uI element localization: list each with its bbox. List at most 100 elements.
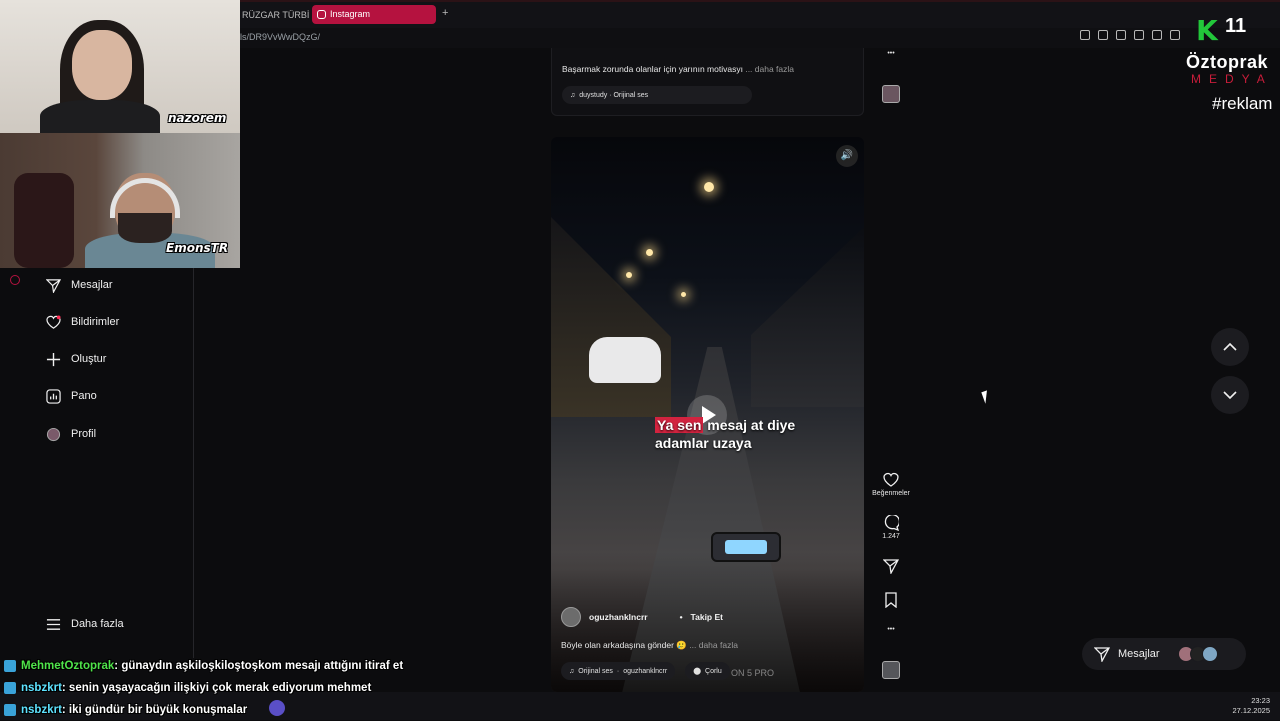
- avatar[interactable]: [561, 607, 581, 627]
- reel-video[interactable]: 🔊 Ya sen mesaj at diye adamlar uzaya ogu…: [551, 137, 864, 692]
- tab-instagram[interactable]: Instagram: [312, 5, 436, 24]
- volume-button[interactable]: 🔊: [836, 145, 858, 167]
- location-label: Çorlu: [705, 667, 722, 675]
- sidebar-item-notifications[interactable]: Bildirimler: [46, 311, 119, 333]
- clock-time: 23:23: [1251, 696, 1270, 705]
- messages-floating-button[interactable]: Mesajlar: [1082, 638, 1246, 670]
- bookmark-icon: [885, 592, 897, 608]
- avatar: [1201, 646, 1218, 662]
- extensions-icon[interactable]: [1170, 30, 1180, 40]
- sidebar-item-create[interactable]: Oluştur: [46, 348, 106, 370]
- audio-pill[interactable]: ♫ Orijinal ses · oguzhanklncrr: [561, 662, 676, 680]
- sidebar-item-dashboard[interactable]: Pano: [46, 385, 97, 407]
- music-note-icon: ♫: [570, 91, 576, 99]
- settings-icon[interactable]: [10, 275, 20, 285]
- overlay-highlight: Ya sen: [655, 417, 704, 433]
- follow-button[interactable]: Takip Et: [691, 612, 723, 622]
- chat-text: : günaydın aşkiloşkiloştoşkom mesajı att…: [114, 660, 404, 672]
- instagram-icon: [317, 10, 326, 19]
- heart-icon: [883, 472, 899, 487]
- tab-instagram-label: Instagram: [330, 9, 371, 19]
- chat-username: nsbzkrt: [21, 682, 62, 694]
- overlay-line2: adamlar uzaya: [655, 435, 752, 451]
- sidebar-item-label: Bildirimler: [71, 316, 120, 328]
- sidebar-item-messages[interactable]: Mesajlar: [46, 274, 113, 296]
- more-options-button[interactable]: •••: [868, 50, 914, 57]
- avatar: [46, 427, 61, 441]
- comment-icon: [884, 515, 899, 531]
- webcam-label: nazorem: [168, 111, 227, 125]
- comment-count: 1.247: [882, 533, 900, 540]
- stream-chat: MehmetOztoprak : günaydın aşkiloşkiloşto…: [0, 655, 460, 721]
- sidebar-item-more[interactable]: Daha fazla: [46, 613, 124, 635]
- webcam-emonstr: EmonsTR: [0, 133, 240, 268]
- chat-badge-icon: [4, 660, 16, 672]
- browser-tabbar: RÜZGAR TÜRBİN Instagram +: [240, 0, 1280, 28]
- sidebar-item-label: Profil: [71, 428, 97, 440]
- audio-user: oguzhanklncrr: [623, 667, 668, 675]
- street-lamp: [646, 249, 653, 256]
- brand-subtitle: MEDYA: [1191, 72, 1273, 86]
- more-link[interactable]: ... daha fazla: [689, 640, 738, 650]
- buildings-left: [551, 217, 671, 417]
- webcam-face: [72, 30, 132, 100]
- sidebar-item-label: Oluştur: [71, 353, 107, 365]
- brand-name: Öztoprak: [1186, 52, 1269, 72]
- menu-icon: [46, 618, 61, 630]
- shield-icon[interactable]: [1116, 30, 1126, 40]
- heart-icon[interactable]: [1152, 30, 1162, 40]
- street-lamp: [704, 182, 714, 192]
- chart-icon: [46, 388, 61, 404]
- white-car: [589, 337, 661, 383]
- username[interactable]: oguzhanklncrr: [589, 612, 648, 622]
- webcam-nazorem: nazorem: [0, 0, 240, 133]
- screenshot-icon[interactable]: [1098, 30, 1108, 40]
- sidebar-item-profile[interactable]: Profil: [46, 423, 96, 445]
- reel-options-button[interactable]: •••: [868, 626, 914, 633]
- send-icon: [883, 559, 899, 574]
- street-lamp: [681, 292, 686, 297]
- music-note-icon: ♫: [569, 667, 575, 675]
- previous-reel-button[interactable]: [1211, 328, 1249, 366]
- clock-date: 27.12.2025: [1232, 706, 1270, 715]
- browser-toolbar-icons: [1080, 30, 1180, 44]
- audio-pill[interactable]: ♫ duystudy · Orijinal ses: [562, 86, 752, 104]
- location-pin-icon: ⬤: [693, 668, 702, 675]
- message-avatars: [1177, 646, 1218, 662]
- audio-thumbnail[interactable]: [882, 661, 900, 679]
- gaming-chair: [14, 173, 74, 268]
- more-link[interactable]: ... daha fazla: [745, 64, 794, 74]
- like-button[interactable]: Beğenmeler: [868, 472, 914, 497]
- pin-icon[interactable]: [1080, 30, 1090, 40]
- chat-badge-icon: [4, 682, 16, 694]
- reel-meta: ♫ Orijinal ses · oguzhanklncrr ⬤ Çorlu: [561, 662, 730, 680]
- caption-text: Başarmak zorunda olanlar için yarının mo…: [562, 64, 743, 74]
- instagram-sidebar: Mesajlar Bildirimler Oluştur Pano Profil…: [30, 268, 194, 658]
- previous-post: Başarmak zorunda olanlar için yarının mo…: [551, 48, 864, 116]
- play-icon[interactable]: [1134, 30, 1144, 40]
- save-button[interactable]: [868, 592, 914, 610]
- location-pill[interactable]: ⬤ Çorlu: [685, 662, 730, 680]
- share-button[interactable]: [868, 558, 914, 576]
- webcam-body: [40, 100, 160, 133]
- sidebar-item-label: Daha fazla: [71, 618, 124, 630]
- overlay-line1: mesaj at diye: [703, 417, 796, 433]
- comment-button[interactable]: 1.247: [868, 515, 914, 540]
- chat-username: nsbzkrt: [21, 704, 62, 716]
- tab-ruzgar-turbin[interactable]: RÜZGAR TÜRBİN: [240, 6, 310, 24]
- plus-icon: [46, 352, 61, 366]
- send-icon: [1094, 647, 1110, 662]
- audio-label: duystudy · Orijinal ses: [579, 91, 649, 99]
- heart-icon: [46, 314, 61, 329]
- dot-separator: •: [679, 612, 683, 622]
- video-overlay-text: Ya sen mesaj at diye adamlar uzaya: [655, 416, 795, 452]
- new-tab-button[interactable]: +: [442, 7, 448, 19]
- next-reel-button[interactable]: [1211, 376, 1249, 414]
- chat-text: : iki gündür bir büyük konuşmalar: [61, 704, 248, 716]
- audio-thumbnail[interactable]: [882, 85, 900, 103]
- dot-separator: ·: [616, 667, 620, 675]
- sidebar-item-label: Pano: [71, 390, 97, 402]
- reel-caption: Böyle olan arkadaşına gönder 🥲 ... daha …: [561, 640, 738, 651]
- camera-watermark: ON 5 PRO: [731, 668, 775, 678]
- chat-username: MehmetOztoprak: [21, 660, 115, 672]
